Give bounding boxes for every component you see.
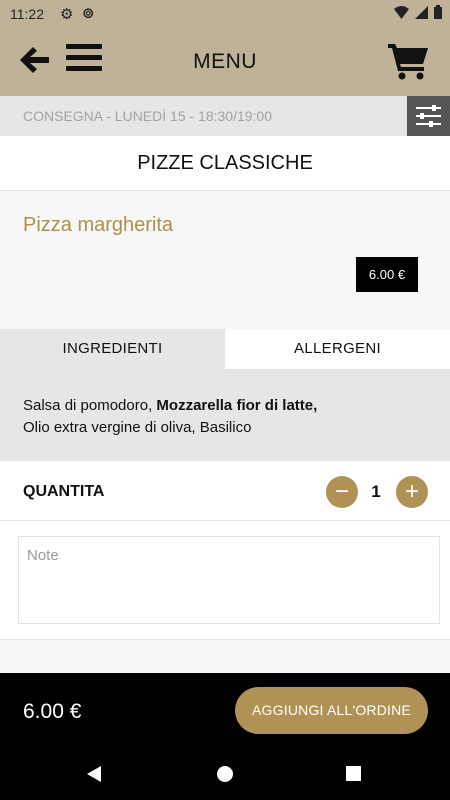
- system-nav-bar: [0, 748, 450, 800]
- delivery-info-bar: CONSEGNA - LUNEDÌ 15 - 18:30/19:00: [0, 96, 450, 136]
- notes-section: [0, 521, 450, 640]
- battery-icon: [434, 5, 442, 19]
- wifi-icon: [394, 5, 409, 19]
- ingredients-part1: Salsa di pomodoro,: [23, 397, 157, 414]
- tab-allergens[interactable]: ALLERGENI: [225, 329, 450, 369]
- decrease-quantity-button[interactable]: −: [326, 476, 358, 508]
- price-badge: 6.00 €: [356, 257, 418, 292]
- ingredients-bold: Mozzarella fior di latte,: [156, 397, 318, 414]
- status-bar: 11:22 ⚙ ⊚: [0, 0, 450, 28]
- tab-bar: INGREDIENTI ALLERGENI: [0, 329, 450, 369]
- sync-icon: ⊚: [82, 5, 95, 22]
- quantity-row: QUANTITA − 1 +: [0, 462, 450, 521]
- signal-icon: [415, 5, 428, 19]
- quantity-value: 1: [371, 482, 381, 501]
- order-total: 6.00 €: [23, 700, 82, 723]
- plus-icon: +: [404, 478, 419, 505]
- increase-quantity-button[interactable]: +: [396, 476, 428, 508]
- sliders-icon: [416, 105, 441, 127]
- nav-back-icon[interactable]: [85, 765, 103, 783]
- hamburger-menu-icon[interactable]: [66, 44, 102, 76]
- product-name: Pizza margherita: [23, 214, 174, 236]
- filter-button[interactable]: [407, 96, 450, 136]
- shopping-cart-icon[interactable]: [388, 42, 430, 80]
- delivery-slot-text: CONSEGNA - LUNEDÌ 15 - 18:30/19:00: [23, 108, 272, 124]
- ingredients-part2: Olio extra vergine di oliva, Basilico: [23, 419, 252, 436]
- nav-recents-icon[interactable]: [345, 765, 363, 783]
- nav-home-icon[interactable]: [216, 765, 234, 783]
- tab-ingredients[interactable]: INGREDIENTI: [0, 329, 225, 369]
- settings-icon: ⚙: [60, 6, 74, 23]
- notes-field[interactable]: [18, 536, 440, 624]
- quantity-label: QUANTITA: [23, 483, 105, 500]
- status-icons: [394, 5, 442, 19]
- ingredients-text: Salsa di pomodoro, Mozzarella fior di la…: [0, 369, 450, 461]
- category-title: PIZZE CLASSICHE: [0, 136, 450, 191]
- minus-icon: −: [334, 478, 349, 505]
- arrow-left-icon[interactable]: [16, 42, 52, 78]
- status-time: 11:22: [10, 6, 44, 22]
- app-bar: MENU: [0, 28, 450, 96]
- order-footer: 6.00 € AGGIUNGI ALL'ORDINE: [0, 673, 450, 748]
- add-to-order-button[interactable]: AGGIUNGI ALL'ORDINE: [235, 687, 428, 734]
